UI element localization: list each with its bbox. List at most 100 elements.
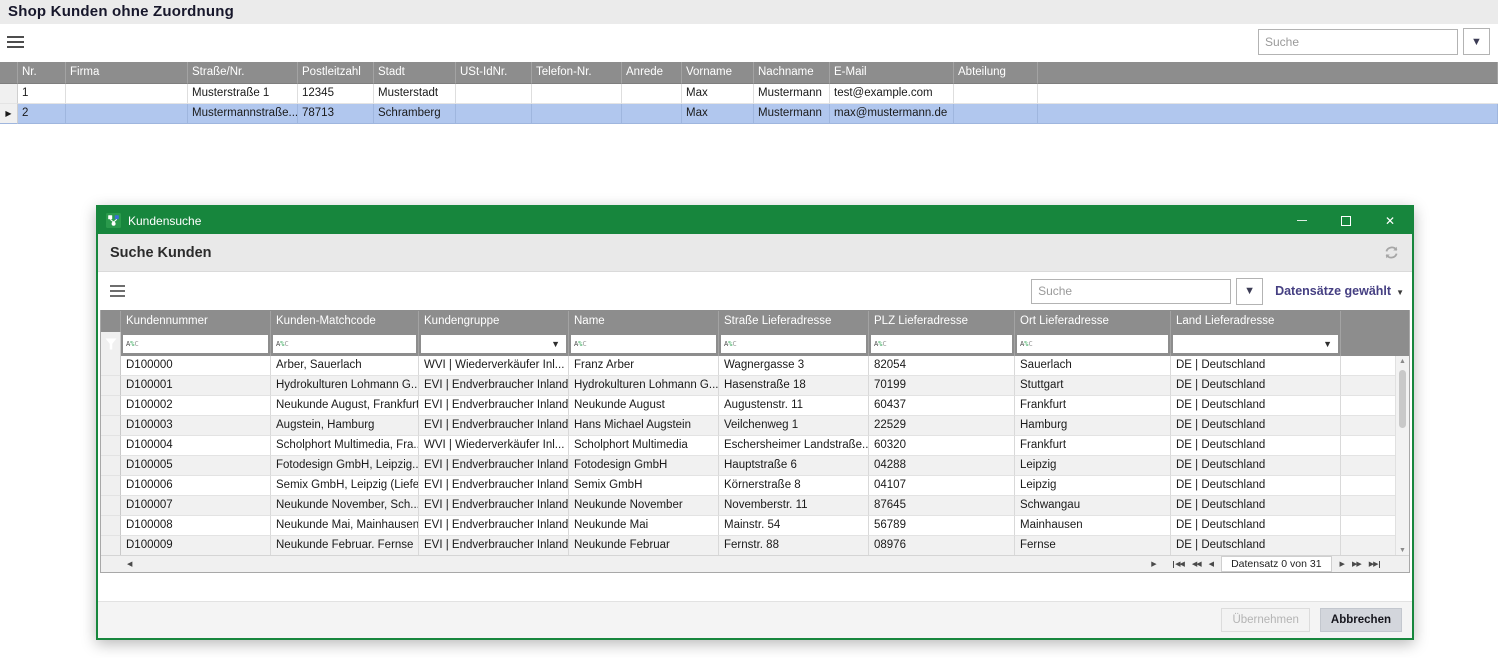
minimize-button[interactable] bbox=[1280, 207, 1324, 234]
cell: Mustermannstraße... bbox=[188, 104, 298, 124]
list-item[interactable]: D100009Neukunde Februar. FernseEVI | End… bbox=[101, 536, 1395, 556]
scroll-up-icon[interactable]: ▲ bbox=[1396, 358, 1409, 365]
cell: EVI | Endverbraucher Inland bbox=[419, 456, 569, 476]
pager-first-icon[interactable]: ◀◀ bbox=[1168, 560, 1188, 568]
search-input[interactable] bbox=[1258, 29, 1458, 55]
column-header[interactable]: Straße Lieferadresse bbox=[719, 311, 869, 332]
list-item[interactable]: D100004Scholphort Multimedia, Fra...WVI … bbox=[101, 436, 1395, 456]
column-header[interactable]: PLZ Lieferadresse bbox=[869, 311, 1015, 332]
cell: max@mustermann.de bbox=[830, 104, 954, 124]
refresh-icon[interactable] bbox=[1383, 244, 1400, 261]
table-row[interactable]: 1Musterstraße 112345MusterstadtMaxMuster… bbox=[0, 84, 1498, 104]
column-header[interactable]: Name bbox=[569, 311, 719, 332]
filter-operator-icon[interactable]: A%C bbox=[574, 340, 587, 348]
filter-operator-icon[interactable]: A%C bbox=[126, 340, 139, 348]
column-header[interactable]: Anrede bbox=[622, 62, 682, 84]
search-filter-dropdown-button[interactable]: ▼ bbox=[1463, 28, 1490, 55]
cell: Semix GmbH, Leipzig (Liefe... bbox=[271, 476, 419, 496]
kundensuche-dialog: Kundensuche ✕ Suche Kunden ▼ Datensätz bbox=[96, 205, 1414, 640]
cell-filler bbox=[1038, 104, 1498, 124]
scroll-right-icon[interactable]: ▶ bbox=[1147, 560, 1159, 568]
column-header-filler bbox=[1038, 62, 1498, 84]
menu-icon[interactable] bbox=[7, 33, 25, 51]
dialog-search-input[interactable] bbox=[1031, 279, 1231, 304]
pager-prev-icon[interactable]: ◀ bbox=[1205, 560, 1217, 568]
filter-dropdown[interactable]: ▼ bbox=[1173, 335, 1338, 353]
cell: 12345 bbox=[298, 84, 374, 104]
column-header[interactable]: Nr. bbox=[18, 62, 66, 84]
cancel-button[interactable]: Abbrechen bbox=[1320, 608, 1402, 632]
list-item[interactable]: D100002Neukunde August, FrankfurtEVI | E… bbox=[101, 396, 1395, 416]
filter-funnel-cell[interactable] bbox=[101, 332, 121, 356]
column-header[interactable]: Postleitzahl bbox=[298, 62, 374, 84]
column-header[interactable]: Abteilung bbox=[954, 62, 1038, 84]
cell bbox=[66, 84, 188, 104]
main-customer-grid: Nr.FirmaStraße/Nr.PostleitzahlStadtUSt-I… bbox=[0, 62, 1498, 124]
pager-last-icon[interactable]: ▶▶ bbox=[1365, 560, 1385, 568]
filter-operator-icon[interactable]: A%C bbox=[276, 340, 289, 348]
filter-dropdown[interactable]: ▼ bbox=[421, 335, 566, 353]
column-header[interactable]: Kunden-Matchcode bbox=[271, 311, 419, 332]
list-item[interactable]: D100007Neukunde November, Sch...EVI | En… bbox=[101, 496, 1395, 516]
list-item[interactable]: D100005Fotodesign GmbH, Leipzig...EVI | … bbox=[101, 456, 1395, 476]
scrollbar-thumb[interactable] bbox=[1399, 370, 1406, 428]
column-header[interactable]: Kundengruppe bbox=[419, 311, 569, 332]
column-header[interactable]: USt-IdNr. bbox=[456, 62, 532, 84]
row-indicator bbox=[101, 376, 121, 396]
table-row[interactable]: ▶2Mustermannstraße...78713SchrambergMaxM… bbox=[0, 104, 1498, 124]
column-header[interactable]: Nachname bbox=[754, 62, 830, 84]
column-header[interactable]: Kundennummer bbox=[121, 311, 271, 332]
filter-operator-icon[interactable]: A%C bbox=[724, 340, 737, 348]
cell-filler bbox=[1341, 356, 1395, 376]
cell: EVI | Endverbraucher Inland bbox=[419, 416, 569, 436]
records-selected-menu[interactable]: Datensätze gewählt▼ bbox=[1275, 284, 1404, 298]
dialog-titlebar[interactable]: Kundensuche ✕ bbox=[98, 207, 1412, 234]
maximize-button[interactable] bbox=[1324, 207, 1368, 234]
list-item[interactable]: D100008Neukunde Mai, MainhausenEVI | End… bbox=[101, 516, 1395, 536]
filter-cell: ▼ bbox=[1171, 332, 1341, 356]
row-indicator bbox=[101, 516, 121, 536]
apply-button[interactable]: Übernehmen bbox=[1221, 608, 1309, 632]
grid-pager: ◀ ▶ ◀◀ ◀◀ ◀ Datensatz 0 von 31 ▶ ▶▶ ▶▶ bbox=[101, 555, 1409, 572]
column-header[interactable]: Stadt bbox=[374, 62, 456, 84]
cell: Novemberstr. 11 bbox=[719, 496, 869, 516]
pager-next-icon[interactable]: ▶ bbox=[1336, 560, 1348, 568]
list-item[interactable]: D100003Augstein, HamburgEVI | Endverbrau… bbox=[101, 416, 1395, 436]
row-indicator-header bbox=[0, 62, 18, 84]
column-header[interactable]: Vorname bbox=[682, 62, 754, 84]
vertical-scrollbar[interactable]: ▲ ▼ bbox=[1395, 356, 1409, 556]
filter-operator-icon[interactable]: A%C bbox=[874, 340, 887, 348]
list-item[interactable]: D100006Semix GmbH, Leipzig (Liefe...EVI … bbox=[101, 476, 1395, 496]
menu-icon[interactable] bbox=[110, 282, 126, 300]
chevron-down-icon: ▼ bbox=[1323, 339, 1335, 349]
cell: EVI | Endverbraucher Inland bbox=[419, 496, 569, 516]
column-header[interactable]: Straße/Nr. bbox=[188, 62, 298, 84]
column-header[interactable]: Firma bbox=[66, 62, 188, 84]
column-header[interactable]: E-Mail bbox=[830, 62, 954, 84]
scroll-down-icon[interactable]: ▼ bbox=[1396, 547, 1409, 554]
pager-next-page-icon[interactable]: ▶▶ bbox=[1348, 560, 1365, 568]
chevron-down-icon: ▼ bbox=[1244, 285, 1255, 297]
cell: WVI | Wiederverkäufer Inl... bbox=[419, 436, 569, 456]
filter-input[interactable]: A%C bbox=[1017, 335, 1168, 353]
column-header[interactable]: Land Lieferadresse bbox=[1171, 311, 1341, 332]
column-header[interactable]: Telefon-Nr. bbox=[532, 62, 622, 84]
scroll-left-icon[interactable]: ◀ bbox=[123, 560, 135, 568]
column-header[interactable]: Ort Lieferadresse bbox=[1015, 311, 1171, 332]
filter-cell: A%C bbox=[1015, 332, 1171, 356]
row-indicator bbox=[101, 436, 121, 456]
filter-input[interactable]: A%C bbox=[871, 335, 1012, 353]
cell: D100007 bbox=[121, 496, 271, 516]
filter-input[interactable]: A%C bbox=[123, 335, 268, 353]
cell: Max bbox=[682, 104, 754, 124]
filter-input[interactable]: A%C bbox=[273, 335, 416, 353]
cell bbox=[622, 84, 682, 104]
filter-input[interactable]: A%C bbox=[571, 335, 716, 353]
close-button[interactable]: ✕ bbox=[1368, 207, 1412, 234]
dialog-search-filter-dropdown-button[interactable]: ▼ bbox=[1236, 278, 1263, 305]
list-item[interactable]: D100000Arber, SauerlachWVI | Wiederverkä… bbox=[101, 356, 1395, 376]
list-item[interactable]: D100001Hydrokulturen Lohmann G...EVI | E… bbox=[101, 376, 1395, 396]
filter-input[interactable]: A%C bbox=[721, 335, 866, 353]
pager-prev-page-icon[interactable]: ◀◀ bbox=[1188, 560, 1205, 568]
filter-operator-icon[interactable]: A%C bbox=[1020, 340, 1033, 348]
